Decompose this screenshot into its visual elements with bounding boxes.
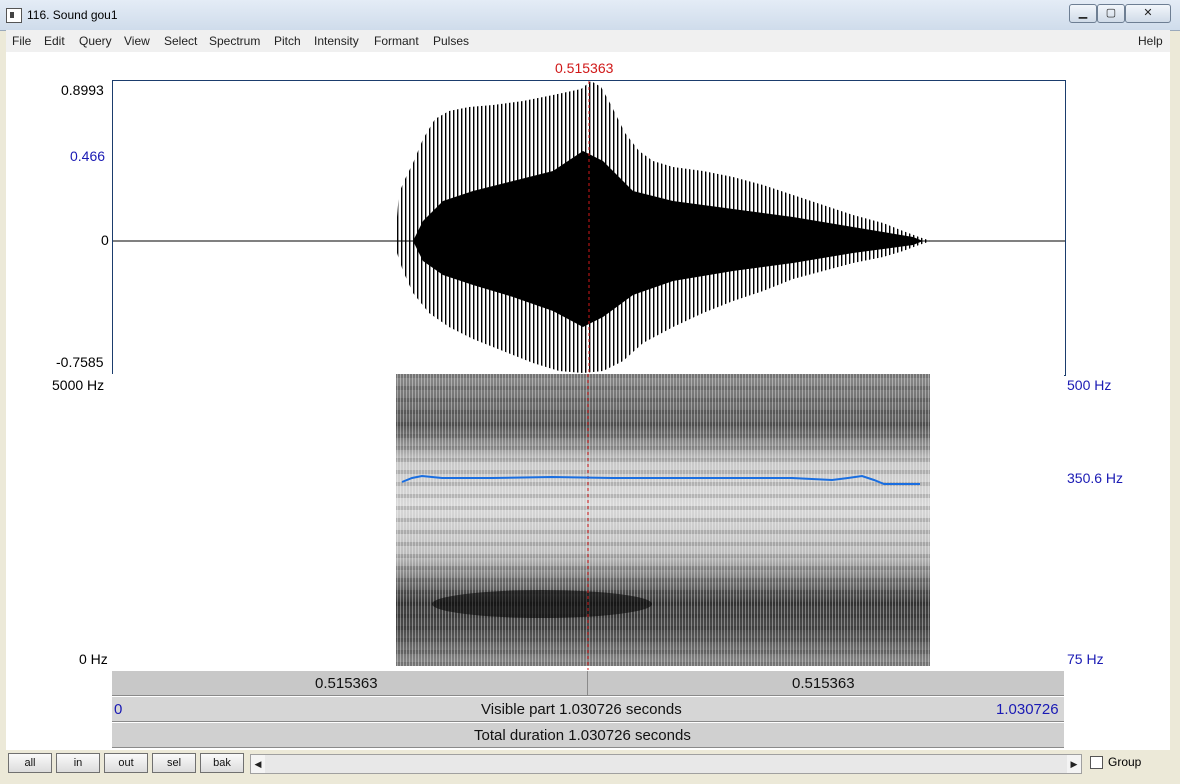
- visible-part-label: Visible part 1.030726 seconds: [481, 701, 682, 718]
- cursor-time-label: 0.515363: [555, 60, 614, 76]
- app-icon: [6, 8, 22, 23]
- waveform-ymax-label: 0.8993: [61, 82, 104, 98]
- scroll-right-icon[interactable]: ▶: [1067, 755, 1081, 773]
- group-checkbox[interactable]: [1090, 756, 1103, 769]
- total-duration-label: Total duration 1.030726 seconds: [474, 727, 691, 744]
- pitch-min-label: 75 Hz: [1067, 651, 1104, 667]
- zoom-all-button[interactable]: all: [8, 753, 52, 773]
- total-duration-bar[interactable]: Total duration 1.030726 seconds: [112, 722, 1064, 748]
- close-button[interactable]: ✕: [1125, 4, 1171, 23]
- selection-time-bar[interactable]: 0.515363 0.515363: [112, 670, 1064, 696]
- menu-intensity[interactable]: Intensity: [314, 34, 359, 48]
- zoom-selection-button[interactable]: sel: [152, 753, 196, 773]
- sound-editor-canvas[interactable]: 0.515363 0.8993 0.466 0 -0.7585 5000 Hz …: [6, 52, 1170, 750]
- spectrogram-panel[interactable]: [112, 374, 1064, 670]
- waveform-zero-label: 0: [101, 232, 109, 248]
- menu-edit[interactable]: Edit: [44, 34, 65, 48]
- menu-select[interactable]: Select: [164, 34, 197, 48]
- visible-end-label: 1.030726: [996, 701, 1059, 718]
- menu-pulses[interactable]: Pulses: [433, 34, 469, 48]
- zoom-in-button[interactable]: in: [56, 753, 100, 773]
- time-bar-divider: [587, 671, 588, 695]
- menu-view[interactable]: View: [124, 34, 150, 48]
- waveform-cursor-amplitude-label: 0.466: [70, 148, 106, 164]
- pitch-cursor-label: 350.6 Hz: [1067, 470, 1124, 486]
- maximize-button[interactable]: ▢: [1097, 4, 1125, 23]
- zoom-out-button[interactable]: out: [104, 753, 148, 773]
- time-right-part: 0.515363: [792, 675, 855, 692]
- menu-bar: File Edit Query View Select Spectrum Pit…: [6, 30, 1170, 52]
- title-bar: 116. Sound gou1 ▁ ▢ ✕: [0, 0, 1180, 31]
- scroll-left-icon[interactable]: ◀: [251, 755, 265, 773]
- menu-formant[interactable]: Formant: [374, 34, 419, 48]
- group-label: Group: [1108, 755, 1142, 769]
- minimize-button[interactable]: ▁: [1069, 4, 1097, 23]
- menu-help[interactable]: Help: [1138, 34, 1163, 48]
- menu-query[interactable]: Query: [79, 34, 112, 48]
- waveform-panel[interactable]: [112, 80, 1066, 376]
- horizontal-scrollbar[interactable]: ◀ ▶: [250, 754, 1082, 774]
- menu-pitch[interactable]: Pitch: [274, 34, 301, 48]
- menu-file[interactable]: File: [12, 34, 31, 48]
- window-title: 116. Sound gou1: [27, 8, 118, 22]
- spectrogram-formant-blob: [432, 590, 652, 618]
- time-left-part: 0.515363: [315, 675, 378, 692]
- zoom-back-button[interactable]: bak: [200, 753, 244, 773]
- pitch-max-label: 500 Hz: [1067, 377, 1112, 393]
- spectrogram-texture: [396, 374, 930, 666]
- spectrogram-fmax-label: 5000 Hz: [52, 377, 105, 393]
- waveform-ymin-label: -0.7585: [56, 354, 104, 370]
- visible-start-label: 0: [114, 701, 123, 718]
- spectrogram-fmin-label: 0 Hz: [79, 651, 108, 667]
- visible-part-bar[interactable]: 0 Visible part 1.030726 seconds 1.030726: [112, 696, 1064, 722]
- menu-spectrum[interactable]: Spectrum: [209, 34, 260, 48]
- bottom-toolbar: all in out sel bak ◀ ▶ Group: [0, 750, 1180, 784]
